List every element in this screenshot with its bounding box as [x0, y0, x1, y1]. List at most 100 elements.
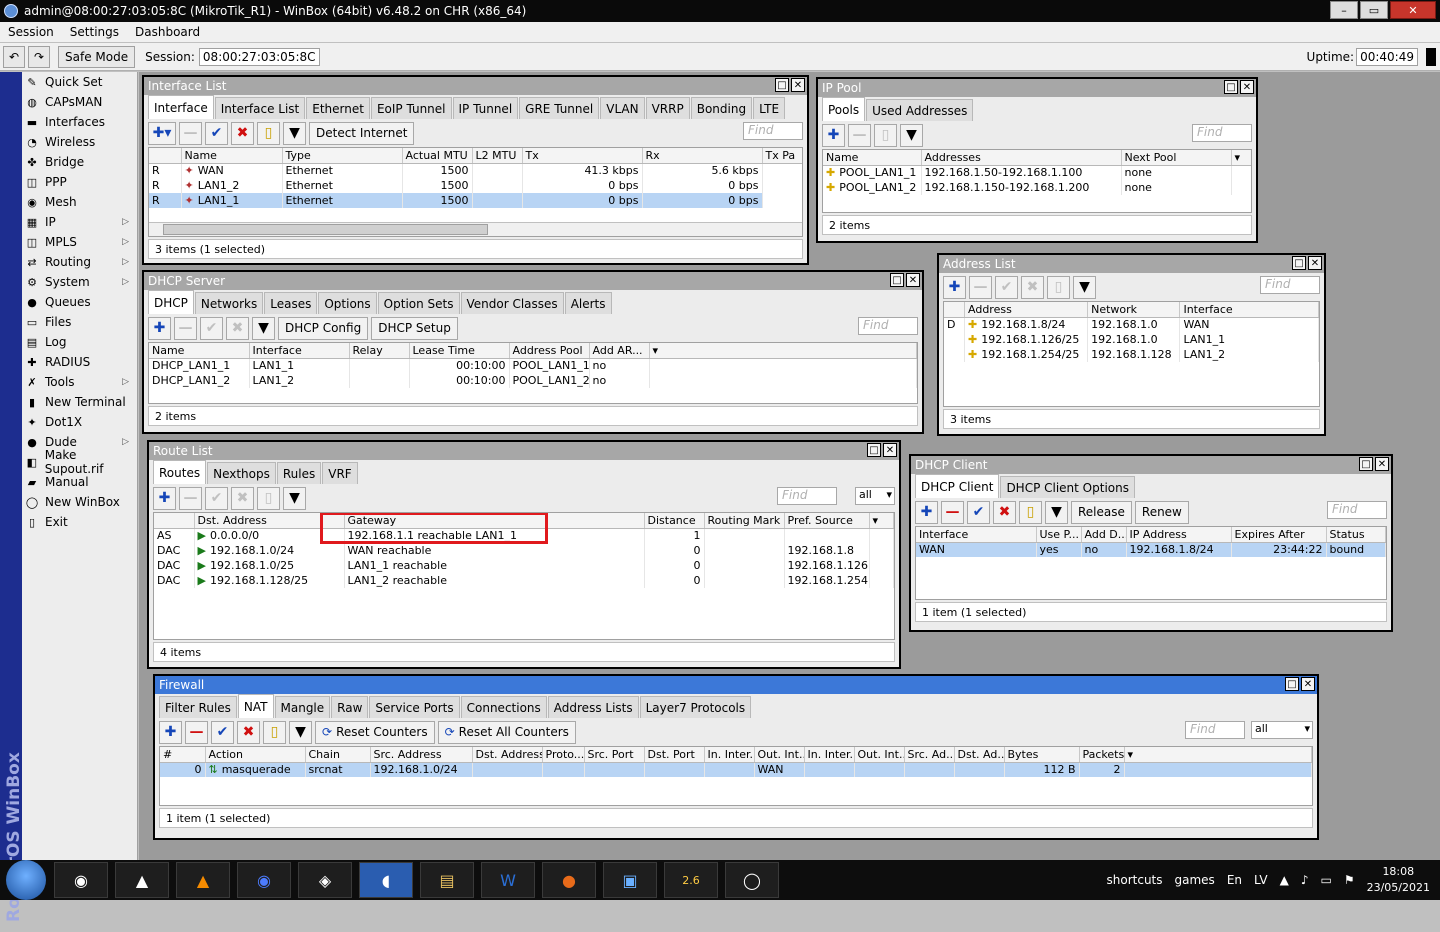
table-row[interactable]: R ✦ LAN1_2 Ethernet 1500 0 bps 0 bps: [149, 178, 802, 193]
table-row[interactable]: ✚ POOL_LAN1_2 192.168.1.150-192.168.1.200 n…: [823, 180, 1251, 195]
column-header[interactable]: Relay: [349, 343, 410, 359]
tab-dhcp[interactable]: DHCP: [148, 290, 194, 314]
menu-settings[interactable]: Settings: [62, 25, 127, 39]
sidebar-item-wireless[interactable]: ◔ Wireless: [22, 132, 137, 152]
undo-button[interactable]: ↶: [3, 45, 25, 68]
minimize-button[interactable]: –: [1330, 1, 1358, 19]
sidebar-item-radius[interactable]: ✚ RADIUS: [22, 352, 137, 372]
column-header[interactable]: Name: [149, 343, 250, 359]
window-close-icon[interactable]: ✕: [906, 273, 920, 287]
sidebar-item-new-winbox[interactable]: ◯ New WinBox: [22, 492, 137, 512]
column-dropdown[interactable]: ▾: [1124, 747, 1312, 763]
column-header[interactable]: In. Inter...: [804, 747, 855, 763]
sidebar-item-mpls[interactable]: ◫ MPLS ▷: [22, 232, 137, 252]
table-row[interactable]: ✚ 192.168.1.254/25 192.168.1.128 LAN1_2: [944, 347, 1319, 362]
scrollbar-thumb[interactable]: [163, 224, 488, 235]
table-row[interactable]: DAC ▶ 192.168.1.128/25 LAN1_2 reachable 0 192…: [154, 573, 894, 588]
tab-ip-tunnel[interactable]: IP Tunnel: [452, 97, 519, 119]
table-row[interactable]: DHCP_LAN1_2 LAN1_2 00:10:00 POOL_LAN1_2 no: [149, 373, 917, 388]
sidebar-item-exit[interactable]: ▯ Exit: [22, 512, 137, 532]
column-header[interactable]: Action: [205, 747, 306, 763]
remove-button[interactable]: —: [848, 123, 871, 147]
column-header[interactable]: IP Address: [1126, 527, 1232, 543]
find-input[interactable]: Find: [858, 317, 918, 335]
close-button[interactable]: ✕: [1390, 1, 1436, 19]
column-header[interactable]: [149, 148, 182, 164]
explorer-taskbar-icon[interactable]: ▤: [420, 862, 474, 898]
add-button[interactable]: ✚: [943, 275, 966, 299]
column-header[interactable]: Add D...: [1081, 527, 1127, 543]
column-header[interactable]: Network: [1087, 302, 1181, 318]
filter-button[interactable]: ▼: [289, 720, 312, 744]
reset-all-counters-button[interactable]: ⟳ Reset All Counters: [437, 720, 576, 744]
clock[interactable]: 18:08 23/05/2021: [1367, 864, 1430, 896]
column-header[interactable]: Address Pool: [509, 343, 590, 359]
sidebar-item-new-terminal[interactable]: ▮ New Terminal: [22, 392, 137, 412]
sidebar-item-quick-set[interactable]: ✎ Quick Set: [22, 72, 137, 92]
discord-taskbar-icon[interactable]: ◉: [54, 862, 108, 898]
renew-button[interactable]: Renew: [1134, 500, 1189, 524]
tab-leases[interactable]: Leases: [264, 292, 318, 314]
sidebar-item-bridge[interactable]: ✤ Bridge: [22, 152, 137, 172]
games-toolbar[interactable]: games: [1175, 873, 1215, 887]
volume-icon[interactable]: ♪: [1301, 873, 1309, 887]
tab-interface[interactable]: Interface: [148, 95, 214, 119]
column-header[interactable]: In. Inter...: [704, 747, 755, 763]
column-header[interactable]: Interface: [249, 343, 350, 359]
tab-mangle[interactable]: Mangle: [274, 696, 331, 718]
find-input[interactable]: Find: [1192, 124, 1252, 142]
filter-select[interactable]: all ▾: [1251, 721, 1313, 739]
add-menu-button[interactable]: ✚▾: [148, 121, 176, 145]
tab-options[interactable]: Options: [318, 292, 377, 314]
tab-rules[interactable]: Rules: [276, 462, 322, 484]
tab-routes[interactable]: Routes: [153, 460, 207, 484]
column-header[interactable]: Dst. Port: [644, 747, 705, 763]
firefox-taskbar-icon[interactable]: ◉: [237, 862, 291, 898]
comment-button[interactable]: ▯: [257, 486, 280, 510]
column-header[interactable]: Status: [1326, 527, 1386, 543]
reset-counters-button[interactable]: ⟳ Reset Counters: [315, 720, 435, 744]
filter-button[interactable]: ▼: [252, 316, 275, 340]
tab-layer7-protocols[interactable]: Layer7 Protocols: [639, 696, 752, 718]
window-close-icon[interactable]: ✕: [1375, 457, 1389, 471]
remote-desktop-taskbar-icon[interactable]: ▣: [603, 862, 657, 898]
column-header[interactable]: Chain: [305, 747, 371, 763]
shortcuts-toolbar[interactable]: shortcuts: [1107, 873, 1163, 887]
column-header[interactable]: Distance: [644, 513, 705, 529]
tab-nat[interactable]: NAT: [237, 694, 274, 718]
language-indicator[interactable]: En: [1227, 873, 1242, 887]
tab-pools[interactable]: Pools: [822, 97, 866, 121]
column-header[interactable]: Address: [964, 302, 1089, 318]
filter-button[interactable]: ▼: [283, 121, 306, 145]
sidebar-item-dot1x[interactable]: ✦ Dot1X: [22, 412, 137, 432]
menu-dashboard[interactable]: Dashboard: [127, 25, 208, 39]
network-icon[interactable]: ▭: [1320, 873, 1331, 887]
horizontal-scrollbar[interactable]: [149, 222, 802, 236]
filter-button[interactable]: ▼: [1073, 275, 1096, 299]
column-header[interactable]: Packets: [1079, 747, 1125, 763]
column-header[interactable]: Name: [823, 150, 922, 166]
sidebar-item-routing[interactable]: ⇄ Routing ▷: [22, 252, 137, 272]
copy-button[interactable]: ▯: [874, 123, 897, 147]
tab-service-ports[interactable]: Service Ports: [369, 696, 460, 718]
safe-mode-button[interactable]: Safe Mode: [58, 45, 136, 68]
column-header[interactable]: Lease Time: [409, 343, 510, 359]
window-close-icon[interactable]: ✕: [1240, 80, 1254, 94]
column-header[interactable]: Name: [181, 148, 283, 164]
sidebar-item-files[interactable]: ▭ Files: [22, 312, 137, 332]
tab-interface-list[interactable]: Interface List: [214, 97, 306, 119]
column-header[interactable]: Src. Port: [584, 747, 645, 763]
disable-button[interactable]: ✖: [226, 316, 249, 340]
tab-address-lists[interactable]: Address Lists: [547, 696, 639, 718]
tab-raw[interactable]: Raw: [331, 696, 369, 718]
comment-button[interactable]: ▯: [263, 720, 286, 744]
sidebar-item-make-supout-rif[interactable]: ◧ Make Supout.rif: [22, 448, 137, 476]
fox-taskbar-icon[interactable]: ▲: [115, 862, 169, 898]
tab-eoip-tunnel[interactable]: EoIP Tunnel: [370, 97, 452, 119]
column-header[interactable]: Pref. Source: [784, 513, 870, 529]
column-header[interactable]: Interface: [916, 527, 1037, 543]
enable-button[interactable]: ✔: [211, 720, 234, 744]
dhcp-config-button[interactable]: DHCP Config: [278, 316, 369, 340]
comment-button[interactable]: ▯: [257, 121, 280, 145]
column-header[interactable]: Actual MTU: [402, 148, 473, 164]
